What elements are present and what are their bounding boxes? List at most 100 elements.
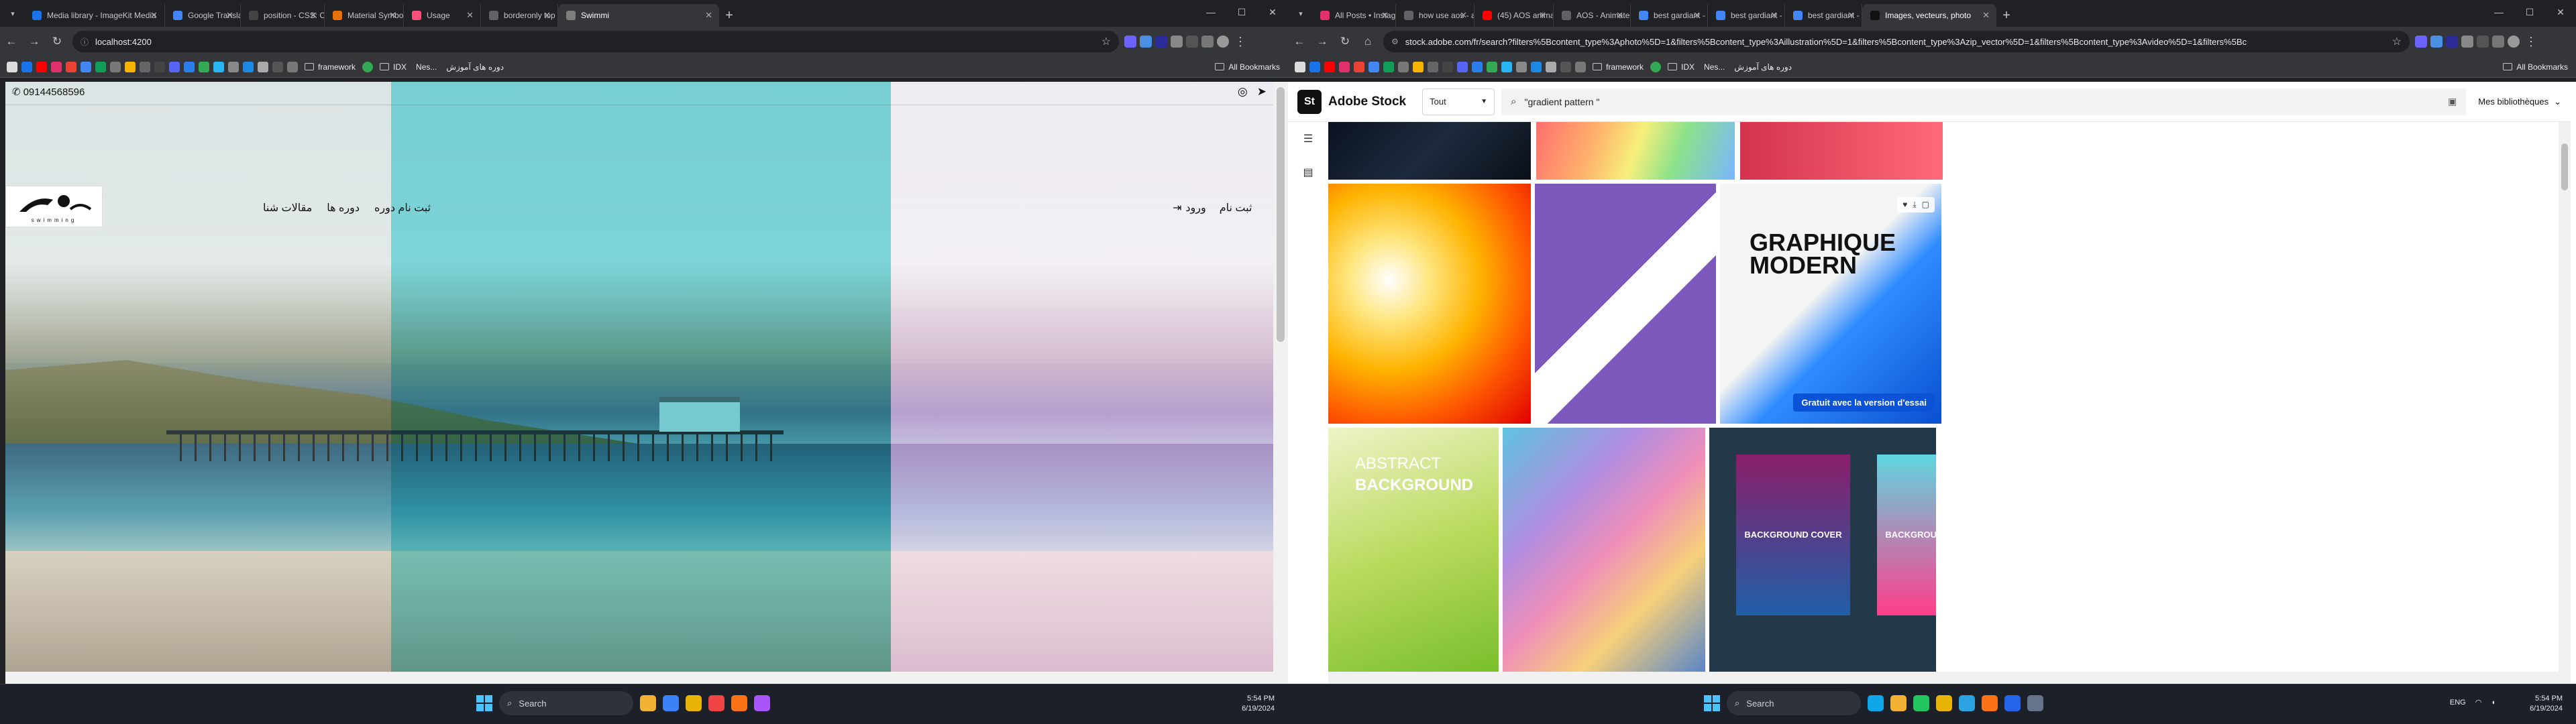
bookmark-icon[interactable]: [1413, 61, 1424, 72]
puzzle-icon[interactable]: [2461, 36, 2473, 48]
taskbar-clock[interactable]: 5:54 PM 6/19/2024: [2530, 694, 2563, 714]
heart-icon[interactable]: ♥: [1902, 200, 1907, 210]
app-icon[interactable]: [708, 695, 724, 711]
bookmark-folder-framework[interactable]: framework: [305, 62, 356, 72]
chrome-icon[interactable]: [1936, 695, 1952, 711]
youtube-icon[interactable]: [1324, 61, 1335, 72]
download-icon[interactable]: [2477, 36, 2489, 48]
browser-tab[interactable]: how use aos - animate on✕: [1396, 4, 1474, 27]
visual-search-icon[interactable]: ▣: [2448, 96, 2457, 107]
nav-link[interactable]: ثبت نام دوره: [374, 201, 431, 215]
bookmark-icon[interactable]: [362, 61, 374, 72]
bookmark-icon[interactable]: [272, 61, 283, 72]
result-image[interactable]: GRAPHIQUE MODERN ♥ ⤓ ▢ Gratuit avec la v…: [1720, 184, 1941, 424]
bookmark-icon[interactable]: [169, 61, 180, 72]
taskbar-clock[interactable]: 5:54 PM 6/19/2024: [1242, 694, 1275, 714]
bookmark-icon[interactable]: [1501, 61, 1512, 72]
vlc-icon[interactable]: [731, 695, 747, 711]
nav-link[interactable]: مقالات شنا: [263, 201, 312, 215]
bookmark-icon[interactable]: [1472, 61, 1483, 72]
chrome-icon[interactable]: [686, 695, 702, 711]
instagram-icon[interactable]: ◎: [1238, 85, 1248, 99]
bookmark-icon[interactable]: [1368, 61, 1379, 72]
browser-tab[interactable]: Swimmi ✕: [558, 4, 719, 27]
cast-icon[interactable]: [1201, 36, 1214, 48]
reload-icon[interactable]: ↻: [1334, 30, 1356, 53]
new-tab-button[interactable]: +: [719, 4, 739, 27]
start-icon[interactable]: [476, 695, 492, 711]
bookmark-icon[interactable]: [21, 61, 32, 72]
gmail-icon[interactable]: [66, 61, 76, 72]
bookmark-icon[interactable]: [95, 61, 106, 72]
browser-tab[interactable]: AOS - Animate on scroll l✕: [1554, 4, 1631, 27]
all-bookmarks[interactable]: All Bookmarks: [2503, 62, 2568, 72]
bookmark-icon[interactable]: [243, 61, 254, 72]
vertical-scrollbar[interactable]: [2559, 122, 2571, 684]
puzzle-icon[interactable]: [1171, 36, 1183, 48]
forward-icon[interactable]: →: [1311, 30, 1334, 53]
bookmark-icon[interactable]: [80, 61, 91, 72]
bookmark-icon[interactable]: [1383, 61, 1394, 72]
bookmark-persian[interactable]: دوره های آموزش: [1734, 62, 1792, 72]
menu-icon[interactable]: ⋮: [2525, 35, 2537, 49]
search-input[interactable]: ⌕ "gradient pattern " ▣: [1501, 88, 2467, 115]
bookmark-icon[interactable]: [1442, 61, 1453, 72]
close-tab-icon[interactable]: ✕: [150, 10, 158, 21]
gmail-icon[interactable]: [1354, 61, 1364, 72]
new-tab-button[interactable]: +: [1996, 4, 2017, 27]
instagram-icon[interactable]: [51, 61, 62, 72]
result-image[interactable]: [1328, 184, 1531, 424]
cast-icon[interactable]: [2492, 36, 2504, 48]
bookmark-folder-idx[interactable]: IDX: [380, 62, 407, 72]
tab-search-icon[interactable]: ▾: [4, 5, 21, 21]
browser-tab[interactable]: best gardiant - Google S✕: [1708, 4, 1785, 27]
close-tab-icon[interactable]: ✕: [466, 10, 474, 21]
browser-tab[interactable]: (45) AOS animation in a✕: [1474, 4, 1554, 27]
extension-icon[interactable]: [2415, 36, 2427, 48]
bookmark-icon[interactable]: [1309, 61, 1320, 72]
browser-tab[interactable]: borderonly top left and right -✕: [481, 4, 558, 27]
bookmark-icon[interactable]: [1487, 61, 1497, 72]
address-bar[interactable]: ⚙ stock.adobe.com/fr/search?filters%5Bco…: [1383, 31, 2410, 52]
close-window-icon[interactable]: ✕: [2545, 0, 2576, 24]
extension-icon[interactable]: [1124, 36, 1136, 48]
volume-icon[interactable]: ◖: [2491, 699, 2496, 707]
home-icon[interactable]: ⌂: [1356, 30, 1379, 53]
bookmark-icon[interactable]: [1546, 61, 1556, 72]
scrollbar-thumb[interactable]: [1277, 87, 1285, 342]
result-image[interactable]: [1328, 122, 1531, 180]
register-link[interactable]: ثبت نام: [1220, 201, 1252, 215]
result-image[interactable]: [1535, 184, 1716, 424]
bookmark-icon[interactable]: [228, 61, 239, 72]
bookmark-icon[interactable]: [1398, 61, 1409, 72]
bookmark-icon[interactable]: [125, 61, 136, 72]
result-image[interactable]: ABSTRACT BACKGROUND: [1328, 428, 1499, 684]
close-tab-icon[interactable]: ✕: [389, 10, 396, 21]
adobe-stock-logo[interactable]: St: [1297, 89, 1322, 114]
taskbar-search[interactable]: ⌕ Search: [499, 691, 633, 715]
close-tab-icon[interactable]: ✕: [543, 10, 551, 21]
bookmark-star-icon[interactable]: ☆: [2385, 35, 2402, 48]
bookmark-folder-framework[interactable]: framework: [1593, 62, 1644, 72]
github-icon[interactable]: [7, 61, 17, 72]
close-tab-icon[interactable]: ✕: [226, 10, 233, 21]
close-tab-icon[interactable]: ✕: [1693, 10, 1701, 21]
telegram-icon[interactable]: ➤: [1257, 85, 1267, 99]
browser-tab[interactable]: best gardiant - Google S✕: [1631, 4, 1708, 27]
bookmark-icon[interactable]: [1531, 61, 1542, 72]
wifi-icon[interactable]: ◠: [2475, 698, 2482, 707]
browser-tab[interactable]: Media library - ImageKit Media ✕: [24, 4, 165, 27]
github-icon[interactable]: [1295, 61, 1305, 72]
minimize-icon[interactable]: —: [1195, 0, 1226, 24]
brand-name[interactable]: Adobe Stock: [1328, 95, 1406, 109]
app-icon[interactable]: [2027, 695, 2043, 711]
close-tab-icon[interactable]: ✕: [310, 10, 317, 21]
download-icon[interactable]: ⤓: [1913, 200, 1916, 210]
result-image[interactable]: [1536, 122, 1735, 180]
bookmark-icon[interactable]: [140, 61, 150, 72]
app-icon[interactable]: [754, 695, 770, 711]
bookmark-icon[interactable]: [1457, 61, 1468, 72]
site-info-icon[interactable]: ⚙: [1391, 37, 1399, 46]
vscode-icon[interactable]: [2004, 695, 2021, 711]
bookmark-nes[interactable]: Nes...: [1704, 62, 1725, 72]
